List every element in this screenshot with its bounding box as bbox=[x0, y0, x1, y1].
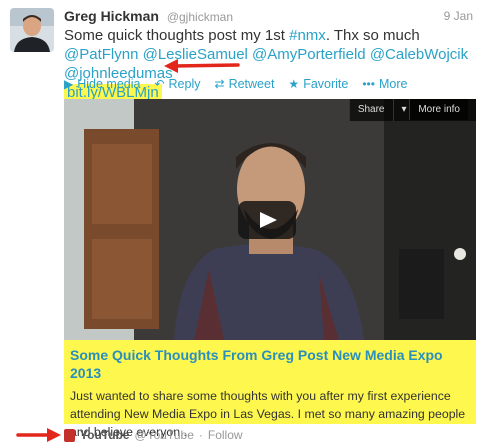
tweet-header: Greg Hickman @gjhickman 9 Jan bbox=[64, 8, 477, 28]
follow-link[interactable]: Follow bbox=[208, 428, 243, 442]
more-dots-icon: ••• bbox=[362, 77, 375, 91]
youtube-icon bbox=[64, 428, 75, 442]
retweet-button[interactable]: ⇄ Retweet bbox=[215, 77, 275, 91]
source-site[interactable]: YouTube bbox=[80, 428, 130, 442]
favorite-label: Favorite bbox=[303, 77, 349, 91]
reply-button[interactable]: ↶ Reply bbox=[154, 77, 200, 91]
tweet-date[interactable]: 9 Jan bbox=[444, 9, 473, 23]
red-arrow-icon bbox=[164, 59, 240, 73]
mention-link[interactable]: @CalebWojcik bbox=[370, 46, 468, 63]
more-info-button[interactable]: ▾ More info bbox=[392, 99, 476, 121]
video-overlay-bar: Share ▾ More info bbox=[348, 99, 476, 121]
red-arrow-icon-footer bbox=[16, 428, 61, 442]
tweet-text-fragment: Some quick thoughts post my 1st bbox=[64, 27, 290, 44]
favorite-button[interactable]: ★ Favorite bbox=[288, 77, 348, 91]
avatar[interactable] bbox=[10, 8, 54, 52]
author-handle[interactable]: @gjhickman bbox=[167, 10, 233, 24]
tweet-text-body: Some quick thoughts post my 1st #nmx. Th… bbox=[64, 27, 468, 82]
retweet-label: Retweet bbox=[228, 77, 275, 91]
retweet-icon: ⇄ bbox=[214, 77, 225, 91]
tweet-text-fragment: . Thx so much bbox=[325, 27, 420, 44]
author-name[interactable]: Greg Hickman bbox=[64, 8, 159, 24]
share-video-button[interactable]: Share bbox=[348, 99, 393, 121]
hashtag-link[interactable]: #nmx bbox=[289, 27, 326, 44]
more-button[interactable]: ••• More bbox=[362, 77, 407, 91]
hide-media-label: Hide media bbox=[77, 77, 141, 91]
source-handle[interactable]: @YouTube bbox=[135, 428, 194, 442]
video-player[interactable]: Share ▾ More info bbox=[64, 99, 476, 340]
reply-icon: ↶ bbox=[154, 77, 165, 91]
hide-media-button[interactable]: ▶ Hide media bbox=[64, 77, 140, 91]
more-info-label: More info bbox=[409, 99, 468, 120]
more-label: More bbox=[378, 77, 408, 91]
mention-link[interactable]: @AmyPorterfield bbox=[252, 46, 366, 63]
avatar-image bbox=[10, 8, 54, 52]
media-attribution: YouTube @YouTube · Follow bbox=[64, 428, 243, 442]
mention-link[interactable]: @PatFlynn bbox=[64, 46, 138, 63]
link-card: Some Quick Thoughts From Greg Post New M… bbox=[64, 340, 476, 439]
separator: · bbox=[198, 428, 203, 442]
card-title[interactable]: Some Quick Thoughts From Greg Post New M… bbox=[70, 346, 470, 382]
reply-label: Reply bbox=[168, 77, 201, 91]
play-icon[interactable] bbox=[238, 201, 296, 239]
media-icon: ▶ bbox=[64, 77, 74, 91]
tweet-actions: ▶ Hide media ↶ Reply ⇄ Retweet ★ Favorit… bbox=[64, 77, 407, 91]
star-icon: ★ bbox=[288, 77, 300, 91]
